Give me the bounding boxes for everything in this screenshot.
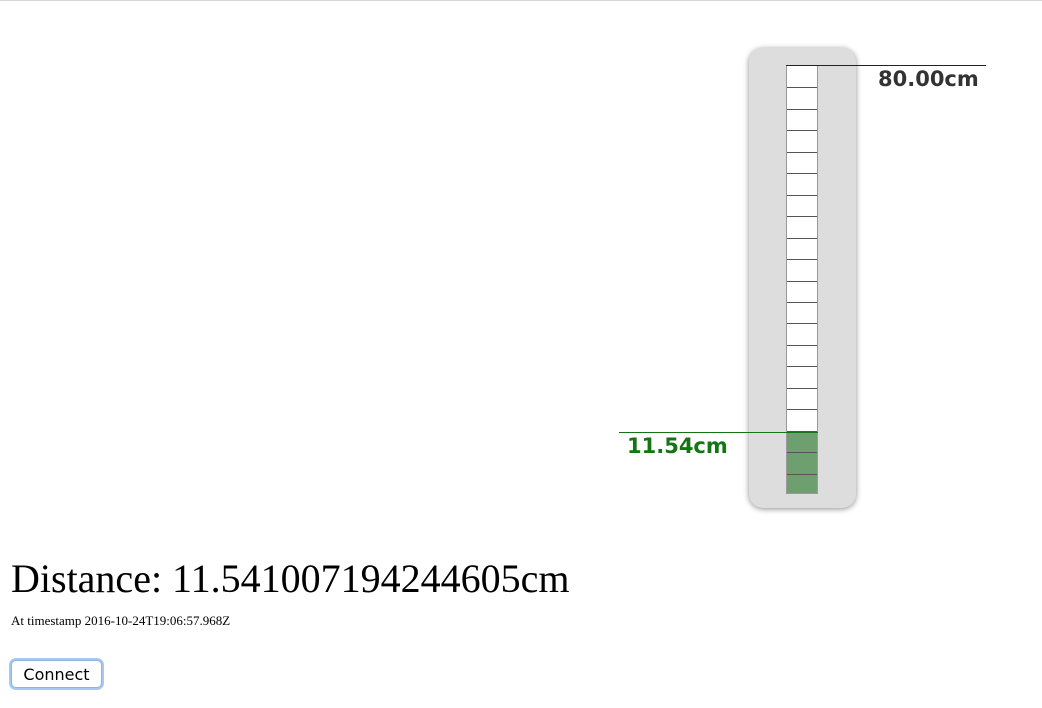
gauge-tick — [787, 344, 817, 346]
distance-readout: Distance: 11.541007194244605cm — [11, 556, 570, 601]
gauge-tick — [787, 323, 817, 325]
gauge-tick — [787, 194, 817, 196]
distance-gauge: 80.00cm 11.54cm — [0, 1, 1042, 521]
gauge-tick — [787, 473, 817, 475]
gauge-tick — [787, 108, 817, 110]
gauge-tick — [787, 280, 817, 282]
connect-button[interactable]: Connect — [11, 660, 102, 688]
gauge-max-line — [786, 65, 986, 66]
gauge-max-label: 80.00cm — [878, 67, 979, 91]
gauge-tick — [787, 87, 817, 89]
gauge-ticks — [787, 66, 817, 493]
gauge-tick — [787, 301, 817, 303]
gauge-tick — [787, 130, 817, 132]
gauge-tick — [787, 259, 817, 261]
gauge-tick — [787, 366, 817, 368]
gauge-tube — [786, 65, 818, 494]
gauge-tick — [787, 216, 817, 218]
gauge-tick — [787, 409, 817, 411]
gauge-value-label: 11.54cm — [627, 434, 728, 459]
timestamp-text: At timestamp 2016-10-24T19:06:57.968Z — [11, 613, 231, 628]
gauge-tick — [787, 237, 817, 239]
gauge-value-line — [619, 432, 818, 434]
gauge-tick — [787, 151, 817, 153]
gauge-tick — [787, 387, 817, 389]
gauge-tick — [787, 452, 817, 454]
gauge-tick — [787, 173, 817, 175]
